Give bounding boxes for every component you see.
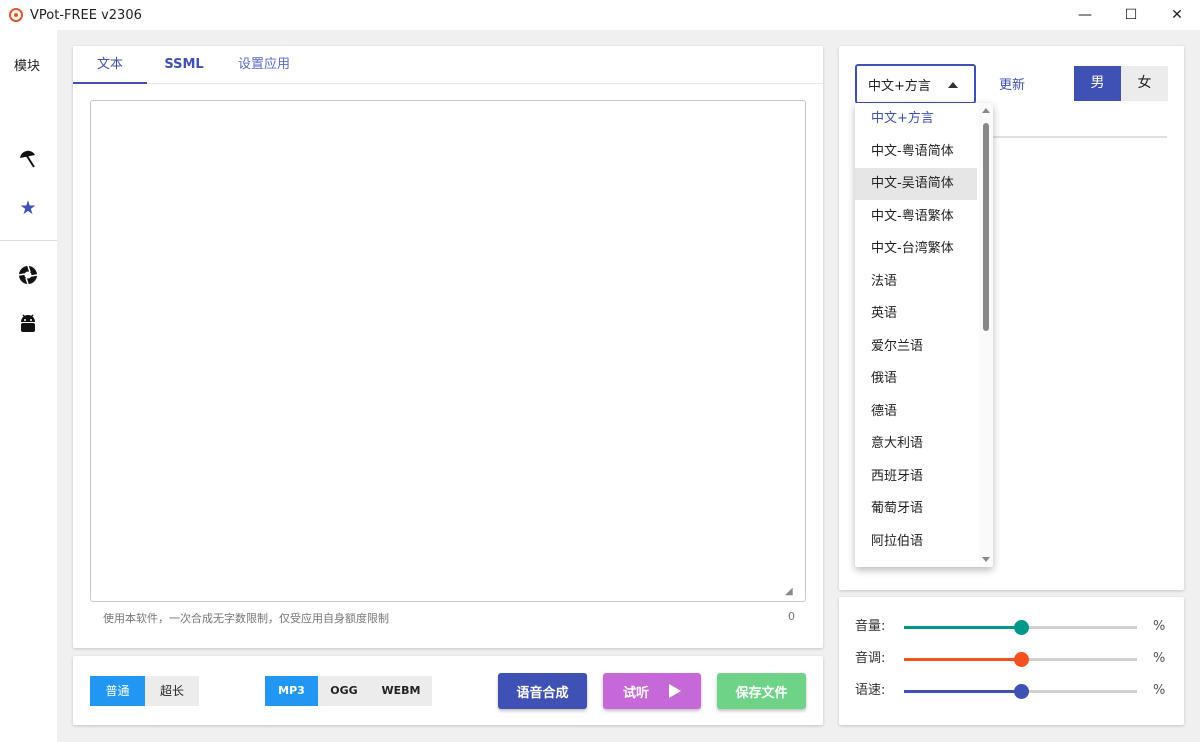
listen-button[interactable]: 试听 — [603, 673, 701, 709]
language-dropdown: 中文+方言 中文-粤语简体 中文-吴语简体 中文-粤语繁体 中文-台湾繁体 法语… — [855, 103, 993, 567]
save-file-button[interactable]: 保存文件 — [717, 673, 806, 709]
editor-tabs: 文本 SSML 设置应用 — [73, 46, 823, 84]
minimize-button[interactable]: — — [1062, 0, 1108, 30]
language-option[interactable]: 中文-粤语简体 — [855, 136, 977, 168]
synthesize-label: 语音合成 — [516, 685, 569, 701]
listen-label: 试听 — [622, 685, 649, 701]
resize-grip-icon[interactable]: ◢ — [785, 586, 797, 598]
rate-slider[interactable] — [904, 684, 1137, 699]
pitch-unit: % — [1153, 651, 1166, 666]
language-select-value: 中文+方言 — [868, 78, 931, 94]
pitch-slider-thumb[interactable] — [1013, 652, 1029, 667]
format-ogg-button[interactable]: OGG — [318, 676, 370, 706]
close-button[interactable]: ✕ — [1154, 0, 1200, 30]
voice-list-divider — [989, 136, 1167, 138]
audio-sliders: 音量: % 音调: % 语速: % — [839, 597, 1184, 725]
language-option[interactable]: 英语 — [855, 298, 977, 330]
tab-settings[interactable]: 设置应用 — [221, 46, 307, 84]
rate-slider-fill — [904, 690, 1021, 693]
mode-toggle: 普通 超长 — [90, 676, 199, 706]
tab-ssml[interactable]: SSML — [147, 46, 221, 84]
text-input[interactable] — [90, 100, 806, 602]
language-option[interactable]: 中文+方言 — [855, 103, 977, 135]
scroll-up-icon[interactable] — [982, 108, 990, 113]
language-option[interactable]: 法语 — [855, 266, 977, 298]
rate-slider-thumb[interactable] — [1013, 684, 1029, 699]
caret-up-icon — [948, 82, 958, 88]
app-logo-icon — [9, 8, 23, 22]
language-option[interactable]: 爱尔兰语 — [855, 331, 977, 363]
maximize-button[interactable]: ☐ — [1108, 0, 1154, 30]
window-controls: — ☐ ✕ — [1062, 0, 1200, 30]
language-option[interactable]: 意大利语 — [855, 428, 977, 460]
synthesize-button[interactable]: 语音合成 — [498, 673, 587, 709]
format-mp3-button[interactable]: MP3 — [265, 676, 318, 706]
action-toolbar: 普通 超长 MP3 OGG WEBM 语音合成 试听 保存文件 — [73, 656, 823, 725]
update-button[interactable]: 更新 — [999, 74, 1025, 93]
pitch-slider[interactable] — [904, 652, 1137, 667]
volume-slider[interactable] — [904, 620, 1137, 635]
mode-long-button[interactable]: 超长 — [145, 676, 199, 706]
language-option[interactable]: 中文-台湾繁体 — [855, 233, 977, 265]
volume-label: 音量: — [855, 619, 886, 634]
umbrella-icon[interactable] — [17, 148, 39, 170]
rate-slider-row: 语速: % — [839, 681, 1184, 701]
module-label: 模块 — [14, 59, 41, 74]
aperture-icon[interactable] — [17, 264, 39, 286]
language-select[interactable]: 中文+方言 — [855, 64, 976, 104]
scrollbar-thumb[interactable] — [983, 123, 989, 331]
module-sidebar: 模块 ★ — [0, 30, 57, 742]
sidebar-divider — [0, 240, 57, 241]
volume-unit: % — [1153, 619, 1166, 634]
format-toggle: MP3 OGG WEBM — [265, 676, 432, 706]
pitch-label: 音调: — [855, 651, 886, 666]
format-webm-button[interactable]: WEBM — [370, 676, 432, 706]
usage-hint: 使用本软件，一次合成无字数限制，仅受应用自身额度限制 — [103, 612, 389, 625]
pitch-slider-fill — [904, 658, 1021, 661]
char-count: 0 — [788, 610, 795, 623]
title-bar: VPot-FREE v2306 — ☐ ✕ — [0, 0, 1200, 30]
language-option[interactable]: 葡萄牙语 — [855, 493, 977, 525]
volume-slider-fill — [904, 626, 1021, 629]
language-option[interactable]: 阿拉伯语 — [855, 526, 977, 558]
volume-slider-row: 音量: % — [839, 617, 1184, 637]
scroll-down-icon[interactable] — [982, 557, 990, 562]
language-option[interactable]: 俄语 — [855, 363, 977, 395]
pitch-slider-row: 音调: % — [839, 649, 1184, 669]
star-icon[interactable]: ★ — [17, 197, 39, 219]
gender-male-button[interactable]: 男 — [1074, 66, 1121, 101]
mode-normal-button[interactable]: 普通 — [90, 676, 145, 706]
language-option[interactable]: 中文-粤语繁体 — [855, 201, 977, 233]
language-option[interactable]: 中文-吴语简体 — [855, 168, 977, 200]
dropdown-scrollbar[interactable] — [979, 103, 993, 567]
language-option[interactable]: 西班牙语 — [855, 461, 977, 493]
gender-female-button[interactable]: 女 — [1121, 66, 1168, 101]
language-option[interactable]: 德语 — [855, 396, 977, 428]
play-icon — [669, 684, 681, 698]
tab-text[interactable]: 文本 — [73, 46, 147, 84]
gender-toggle: 男 女 — [1074, 66, 1168, 101]
android-icon[interactable] — [17, 313, 39, 335]
editor-card: 文本 SSML 设置应用 ◢ 使用本软件，一次合成无字数限制，仅受应用自身额度限… — [73, 46, 823, 648]
save-file-label: 保存文件 — [735, 685, 788, 701]
rate-label: 语速: — [855, 683, 886, 698]
window-title: VPot-FREE v2306 — [30, 7, 142, 23]
volume-slider-thumb[interactable] — [1013, 620, 1029, 635]
rate-unit: % — [1153, 683, 1166, 698]
